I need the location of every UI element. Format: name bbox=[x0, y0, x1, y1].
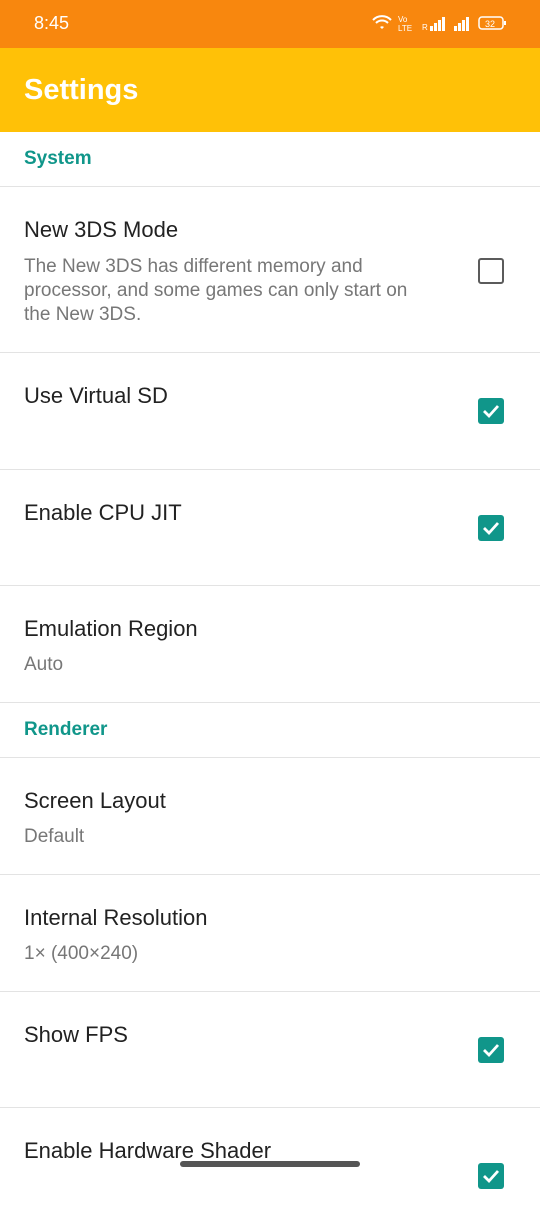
section-label: System bbox=[24, 148, 92, 169]
signal-icon-1: R bbox=[422, 17, 445, 31]
setting-new-3ds-mode[interactable]: New 3DS Mode The New 3DS has different m… bbox=[0, 187, 540, 353]
setting-show-fps[interactable]: Show FPS bbox=[0, 992, 540, 1108]
setting-summary: The New 3DS has different memory and pro… bbox=[24, 256, 408, 325]
setting-title: Internal Resolution bbox=[24, 905, 208, 930]
check-icon bbox=[483, 1044, 500, 1058]
setting-title: Emulation Region bbox=[24, 616, 198, 641]
signal-icon-2 bbox=[454, 17, 469, 31]
check-icon bbox=[483, 1170, 500, 1184]
svg-text:32: 32 bbox=[485, 19, 495, 29]
show-fps-checkbox[interactable] bbox=[478, 1037, 504, 1063]
setting-emulation-region[interactable]: Emulation Region Auto bbox=[0, 586, 540, 703]
section-header-renderer: Renderer bbox=[0, 703, 540, 758]
setting-value: 1× (400×240) bbox=[24, 943, 139, 964]
status-time: 8:45 bbox=[34, 13, 70, 33]
status-bar: 8:45 Vo LTE R 32 bbox=[0, 0, 540, 48]
section-header-system: System bbox=[0, 132, 540, 187]
setting-title: Use Virtual SD bbox=[24, 383, 168, 408]
wifi-icon bbox=[372, 15, 392, 29]
setting-value: Auto bbox=[24, 654, 64, 675]
check-icon bbox=[483, 522, 500, 536]
check-icon bbox=[483, 405, 500, 419]
section-label: Renderer bbox=[24, 719, 108, 740]
svg-text:LTE: LTE bbox=[398, 24, 412, 32]
new-3ds-mode-checkbox[interactable] bbox=[478, 258, 504, 284]
settings-list[interactable]: System New 3DS Mode The New 3DS has diff… bbox=[0, 132, 540, 1225]
battery-icon: 32 bbox=[478, 16, 506, 30]
setting-title: Enable CPU JIT bbox=[24, 500, 182, 525]
volte-icon: Vo LTE bbox=[398, 15, 412, 32]
setting-use-virtual-sd[interactable]: Use Virtual SD bbox=[0, 353, 540, 470]
setting-enable-cpu-jit[interactable]: Enable CPU JIT bbox=[0, 470, 540, 586]
enable-hardware-shader-checkbox[interactable] bbox=[478, 1163, 504, 1189]
svg-text:Vo: Vo bbox=[398, 15, 408, 24]
setting-title: Show FPS bbox=[24, 1022, 128, 1047]
setting-screen-layout[interactable]: Screen Layout Default bbox=[0, 758, 540, 875]
setting-title: Screen Layout bbox=[24, 788, 166, 813]
app-bar: Settings bbox=[0, 48, 540, 132]
svg-text:R: R bbox=[422, 23, 428, 31]
enable-cpu-jit-checkbox[interactable] bbox=[478, 515, 504, 541]
setting-internal-resolution[interactable]: Internal Resolution 1× (400×240) bbox=[0, 875, 540, 992]
status-icons: Vo LTE R 32 bbox=[372, 13, 508, 33]
page-title: Settings bbox=[24, 74, 139, 106]
gesture-navigation-bar[interactable] bbox=[180, 1161, 360, 1167]
setting-value: Default bbox=[24, 826, 85, 847]
use-virtual-sd-checkbox[interactable] bbox=[478, 398, 504, 424]
setting-title: New 3DS Mode bbox=[24, 217, 179, 242]
